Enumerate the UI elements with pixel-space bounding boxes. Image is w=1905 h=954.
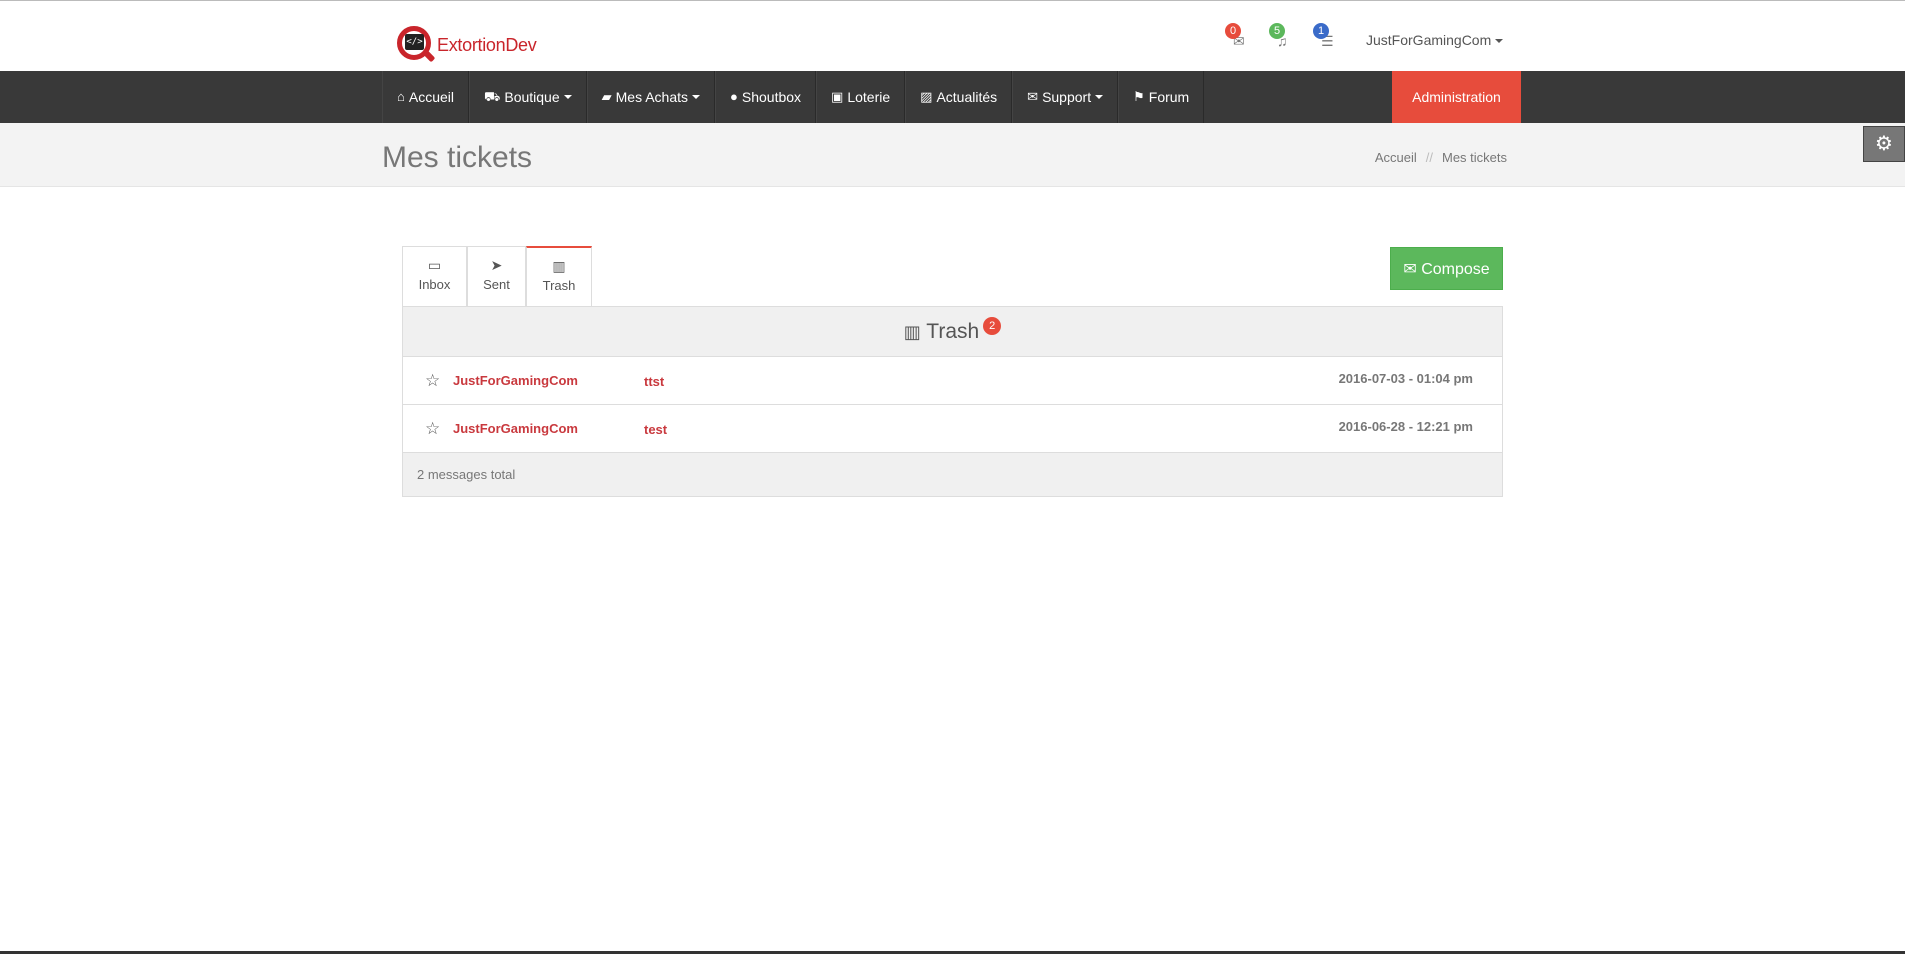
nav-item-actualites[interactable]: ▨ Actualités	[905, 71, 1013, 123]
nav-item-forum[interactable]: ⚑ Forum	[1118, 71, 1205, 123]
comments-icon: ●	[730, 89, 738, 104]
main-navbar: ⌂ Accueil ⛟ Boutique ▰ Mes Achats ● Shoutbox…	[0, 71, 1905, 123]
chevron-down-icon	[692, 95, 701, 99]
chevron-down-icon	[563, 95, 572, 99]
message-sender[interactable]: JustForGamingCom	[453, 373, 578, 388]
compose-button[interactable]: ✉ Compose	[1390, 247, 1503, 290]
breadcrumb-current: Mes tickets	[1441, 150, 1507, 165]
tab-inbox[interactable]: ▭ Inbox	[402, 246, 467, 307]
image-icon: ▨	[920, 89, 933, 104]
messages-total: 2 messages total	[403, 453, 1502, 496]
nav-item-support[interactable]: ✉ Support	[1012, 71, 1119, 123]
nav-item-loterie[interactable]: ▣ Loterie	[816, 71, 906, 123]
tab-trash[interactable]: ▥ Trash	[526, 246, 592, 307]
messages-panel: ▥ Trash 2 ☆ JustForGamingCom ttst 2016-07…	[402, 306, 1503, 497]
message-date: 2016-06-28 - 12:21 pm	[1338, 419, 1473, 434]
chevron-down-icon	[1095, 95, 1104, 99]
tasks-count-badge: 1	[1313, 23, 1329, 39]
user-name: JustForGamingCom	[1366, 32, 1492, 48]
flag-icon: ⚑	[1133, 89, 1145, 104]
folder-header: ▥ Trash 2	[403, 307, 1502, 357]
page-title-bar: Mes tickets Accueil // Mes tickets	[0, 123, 1905, 187]
nav-item-boutique[interactable]: ⛟ Boutique	[469, 71, 587, 123]
administration-button[interactable]: Administration	[1392, 71, 1521, 123]
magnifier-logo-icon: </>	[397, 26, 436, 64]
mailbox-tabs: ▭ Inbox ➤ Sent ▥ Trash	[402, 246, 592, 307]
breadcrumb: Accueil // Mes tickets	[1375, 150, 1507, 165]
star-icon[interactable]: ☆	[425, 420, 440, 438]
star-icon[interactable]: ☆	[425, 372, 440, 390]
settings-gear-icon[interactable]: ⚙	[1863, 126, 1905, 162]
chevron-down-icon	[1495, 39, 1504, 44]
nav-item-accueil[interactable]: ⌂ Accueil	[382, 71, 469, 123]
messages-notification[interactable]: ✉ 0	[1225, 23, 1251, 49]
brand-name: ExtortionDev	[437, 34, 537, 55]
inbox-icon: ▭	[427, 257, 442, 273]
breadcrumb-separator: //	[1425, 150, 1433, 165]
home-icon: ⌂	[397, 89, 405, 104]
folder-count-badge: 2	[983, 317, 1002, 335]
trash-icon: ▥	[903, 322, 921, 342]
envelope-icon: ✉	[1027, 89, 1039, 104]
cart-icon: ⛟	[484, 89, 501, 104]
send-icon: ➤	[490, 257, 503, 273]
alerts-notification[interactable]: ♫ 5	[1269, 23, 1295, 49]
messages-count-badge: 0	[1225, 23, 1241, 39]
message-subject[interactable]: test	[644, 422, 667, 437]
brand-logo[interactable]: </> ExtortionDev	[397, 26, 537, 64]
alerts-count-badge: 5	[1269, 23, 1285, 39]
folder-title: Trash	[926, 320, 980, 343]
tasks-notification[interactable]: ☰ 1	[1313, 23, 1339, 49]
message-sender[interactable]: JustForGamingCom	[453, 421, 578, 436]
envelope-icon: ✉	[1403, 261, 1417, 278]
message-date: 2016-07-03 - 01:04 pm	[1338, 371, 1473, 386]
message-row[interactable]: ☆ JustForGamingCom test 2016-06-28 - 12:…	[403, 405, 1502, 453]
nav-menu: ⌂ Accueil ⛟ Boutique ▰ Mes Achats ● Shoutbox…	[382, 71, 1205, 123]
book-icon: ▰	[601, 89, 612, 104]
top-header: </> ExtortionDev ✉ 0 ♫ 5 ☰ 1 JustForGami…	[0, 1, 1905, 71]
trash-icon: ▥	[552, 258, 566, 274]
user-menu[interactable]: JustForGamingCom	[1366, 32, 1504, 48]
tab-sent[interactable]: ➤ Sent	[467, 246, 526, 307]
nav-item-mes-achats[interactable]: ▰ Mes Achats	[586, 71, 716, 123]
page-title: Mes tickets	[382, 141, 533, 174]
message-subject[interactable]: ttst	[644, 374, 664, 389]
gift-icon: ▣	[831, 89, 844, 104]
message-row[interactable]: ☆ JustForGamingCom ttst 2016-07-03 - 01:…	[403, 357, 1502, 405]
breadcrumb-home-link[interactable]: Accueil	[1375, 150, 1417, 165]
nav-item-shoutbox[interactable]: ● Shoutbox	[715, 71, 817, 123]
